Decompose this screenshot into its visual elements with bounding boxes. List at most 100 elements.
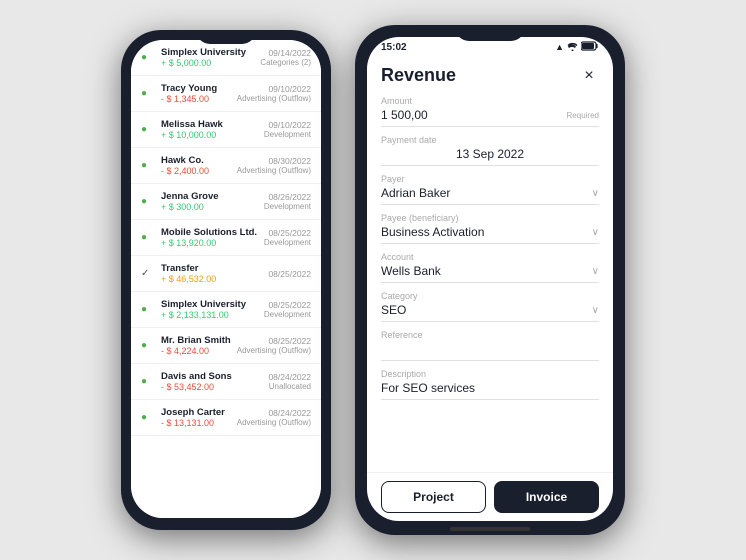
project-button[interactable]: Project (381, 481, 486, 513)
account-chevron: ∨ (592, 266, 599, 277)
tx-category: Unallocated (268, 382, 311, 391)
amount-value: 1 500,00 Required (381, 108, 599, 127)
transaction-item[interactable]: ●Jenna Grove+ $ 300.0008/26/2022Developm… (131, 184, 321, 220)
account-field[interactable]: Account Wells Bank ∨ (381, 252, 599, 283)
payer-value: Adrian Baker ∨ (381, 186, 599, 205)
transaction-item[interactable]: ✓ Transfer+ $ 46,532.00 08/25/2022 (131, 256, 321, 292)
dot-icon: ● (141, 196, 155, 207)
amount-label: Amount (381, 96, 599, 106)
transaction-item[interactable]: ●Simplex University+ $ 5,000.0009/14/202… (131, 40, 321, 76)
description-label: Description (381, 369, 599, 379)
payer-field[interactable]: Payer Adrian Baker ∨ (381, 174, 599, 205)
modal-title: Revenue (381, 65, 456, 86)
tx-name: Tracy Young (161, 83, 231, 94)
tx-date: 09/14/2022 (260, 48, 311, 58)
tx-date: 08/25/2022 (268, 269, 311, 279)
tx-category: Development (264, 202, 311, 211)
dot-icon: ● (141, 124, 155, 135)
tx-name: Transfer (161, 263, 262, 274)
transaction-item[interactable]: ●Tracy Young- $ 1,345.0009/10/2022Advert… (131, 76, 321, 112)
reference-field[interactable]: Reference (381, 330, 599, 361)
close-button[interactable]: × (579, 66, 599, 86)
modal-footer: Project Invoice (367, 472, 613, 521)
category-field[interactable]: Category SEO ∨ (381, 291, 599, 322)
transaction-item[interactable]: ●Davis and Sons- $ 53,452.0008/24/2022Un… (131, 364, 321, 400)
tx-category: Development (264, 238, 311, 247)
tx-name: Hawk Co. (161, 155, 231, 166)
tx-amount: - $ 2,400.00 (161, 166, 231, 176)
payee-field[interactable]: Payee (beneficiary) Business Activation … (381, 213, 599, 244)
wifi-icon (567, 42, 578, 53)
left-phone-screen: ● Simplex University + $ 5,000.00 09/14/202… (131, 40, 321, 518)
payee-label: Payee (beneficiary) (381, 213, 599, 223)
left-phone: ● Simplex University + $ 5,000.00 09/14/202… (121, 30, 331, 530)
dot-icon: ● (141, 232, 155, 243)
scene: ● Simplex University + $ 5,000.00 09/14/202… (0, 0, 746, 560)
battery-icon (581, 41, 599, 53)
modal-header: Revenue × (381, 65, 599, 86)
account-value: Wells Bank ∨ (381, 264, 599, 283)
tx-date: 08/26/2022 (264, 192, 311, 202)
payer-chevron: ∨ (592, 188, 599, 199)
tx-name: Davis and Sons (161, 371, 262, 382)
tx-amount: - $ 13,131.00 (161, 418, 231, 428)
transaction-item[interactable]: ●Simplex University+ $ 2,133,131.0008/25… (131, 292, 321, 328)
right-phone: 15:02 ▲ Revenue × (355, 25, 625, 535)
modal-content: Revenue × Amount 1 500,00 Required Payme… (367, 55, 613, 468)
tx-date: 08/24/2022 (268, 372, 311, 382)
left-phone-notch (196, 30, 256, 44)
description-value: For SEO services (381, 381, 599, 400)
tx-amount: + $ 46,532.00 (161, 274, 262, 284)
tx-date: 08/25/2022 (264, 300, 311, 310)
dot-icon: ● (141, 52, 155, 63)
category-chevron: ∨ (592, 305, 599, 316)
tx-amount: - $ 1,345.00 (161, 94, 231, 104)
tx-date: 08/30/2022 (237, 156, 311, 166)
dot-icon: ● (141, 304, 155, 315)
transaction-item[interactable]: ●Mobile Solutions Ltd.+ $ 13,920.0008/25… (131, 220, 321, 256)
tx-amount: + $ 13,920.00 (161, 238, 258, 248)
dot-icon: ● (141, 412, 155, 423)
check-icon: ✓ (141, 268, 155, 279)
reference-label: Reference (381, 330, 599, 340)
signal-icon: ▲ (555, 42, 564, 52)
dot-icon: ● (141, 88, 155, 99)
tx-category: Advertising (Outflow) (237, 418, 311, 427)
tx-amount: + $ 300.00 (161, 202, 258, 212)
reference-value (381, 342, 599, 361)
tx-amount: + $ 5,000.00 (161, 58, 254, 68)
payment-date-value: 13 Sep 2022 (381, 147, 599, 166)
payment-date-field[interactable]: Payment date 13 Sep 2022 (381, 135, 599, 166)
right-home-bar (450, 527, 530, 531)
payee-value: Business Activation ∨ (381, 225, 599, 244)
status-icons: ▲ (555, 41, 599, 53)
tx-date: 08/24/2022 (237, 408, 311, 418)
right-phone-screen: 15:02 ▲ Revenue × (367, 37, 613, 521)
category-value: SEO ∨ (381, 303, 599, 322)
tx-date: 09/10/2022 (264, 120, 311, 130)
account-label: Account (381, 252, 599, 262)
amount-field[interactable]: Amount 1 500,00 Required (381, 96, 599, 127)
payment-date-label: Payment date (381, 135, 599, 145)
tx-name: Melissa Hawk (161, 119, 258, 130)
tx-category: Development (264, 130, 311, 139)
tx-name: Mr. Brian Smith (161, 335, 231, 346)
tx-date: 08/25/2022 (237, 336, 311, 346)
category-label: Category (381, 291, 599, 301)
transaction-item[interactable]: ●Mr. Brian Smith- $ 4,224.0008/25/2022Ad… (131, 328, 321, 364)
transaction-item[interactable]: ●Hawk Co.- $ 2,400.0008/30/2022Advertisi… (131, 148, 321, 184)
invoice-button[interactable]: Invoice (494, 481, 599, 513)
description-field[interactable]: Description For SEO services (381, 369, 599, 400)
tx-name: Simplex University (161, 299, 258, 310)
tx-amount: - $ 4,224.00 (161, 346, 231, 356)
tx-category: Development (264, 310, 311, 319)
tx-amount: - $ 53,452.00 (161, 382, 262, 392)
transaction-item[interactable]: ● Joseph Carter- $ 13,131.00 08/24/2022Adv… (131, 400, 321, 436)
right-phone-notch (455, 25, 525, 41)
tx-name: Mobile Solutions Ltd. (161, 227, 258, 238)
transaction-list: ● Simplex University + $ 5,000.00 09/14/202… (131, 40, 321, 518)
transaction-item[interactable]: ●Melissa Hawk+ $ 10,000.0009/10/2022Deve… (131, 112, 321, 148)
tx-category: Advertising (Outflow) (237, 94, 311, 103)
tx-name: Joseph Carter (161, 407, 231, 418)
tx-category: Advertising (Outflow) (237, 166, 311, 175)
